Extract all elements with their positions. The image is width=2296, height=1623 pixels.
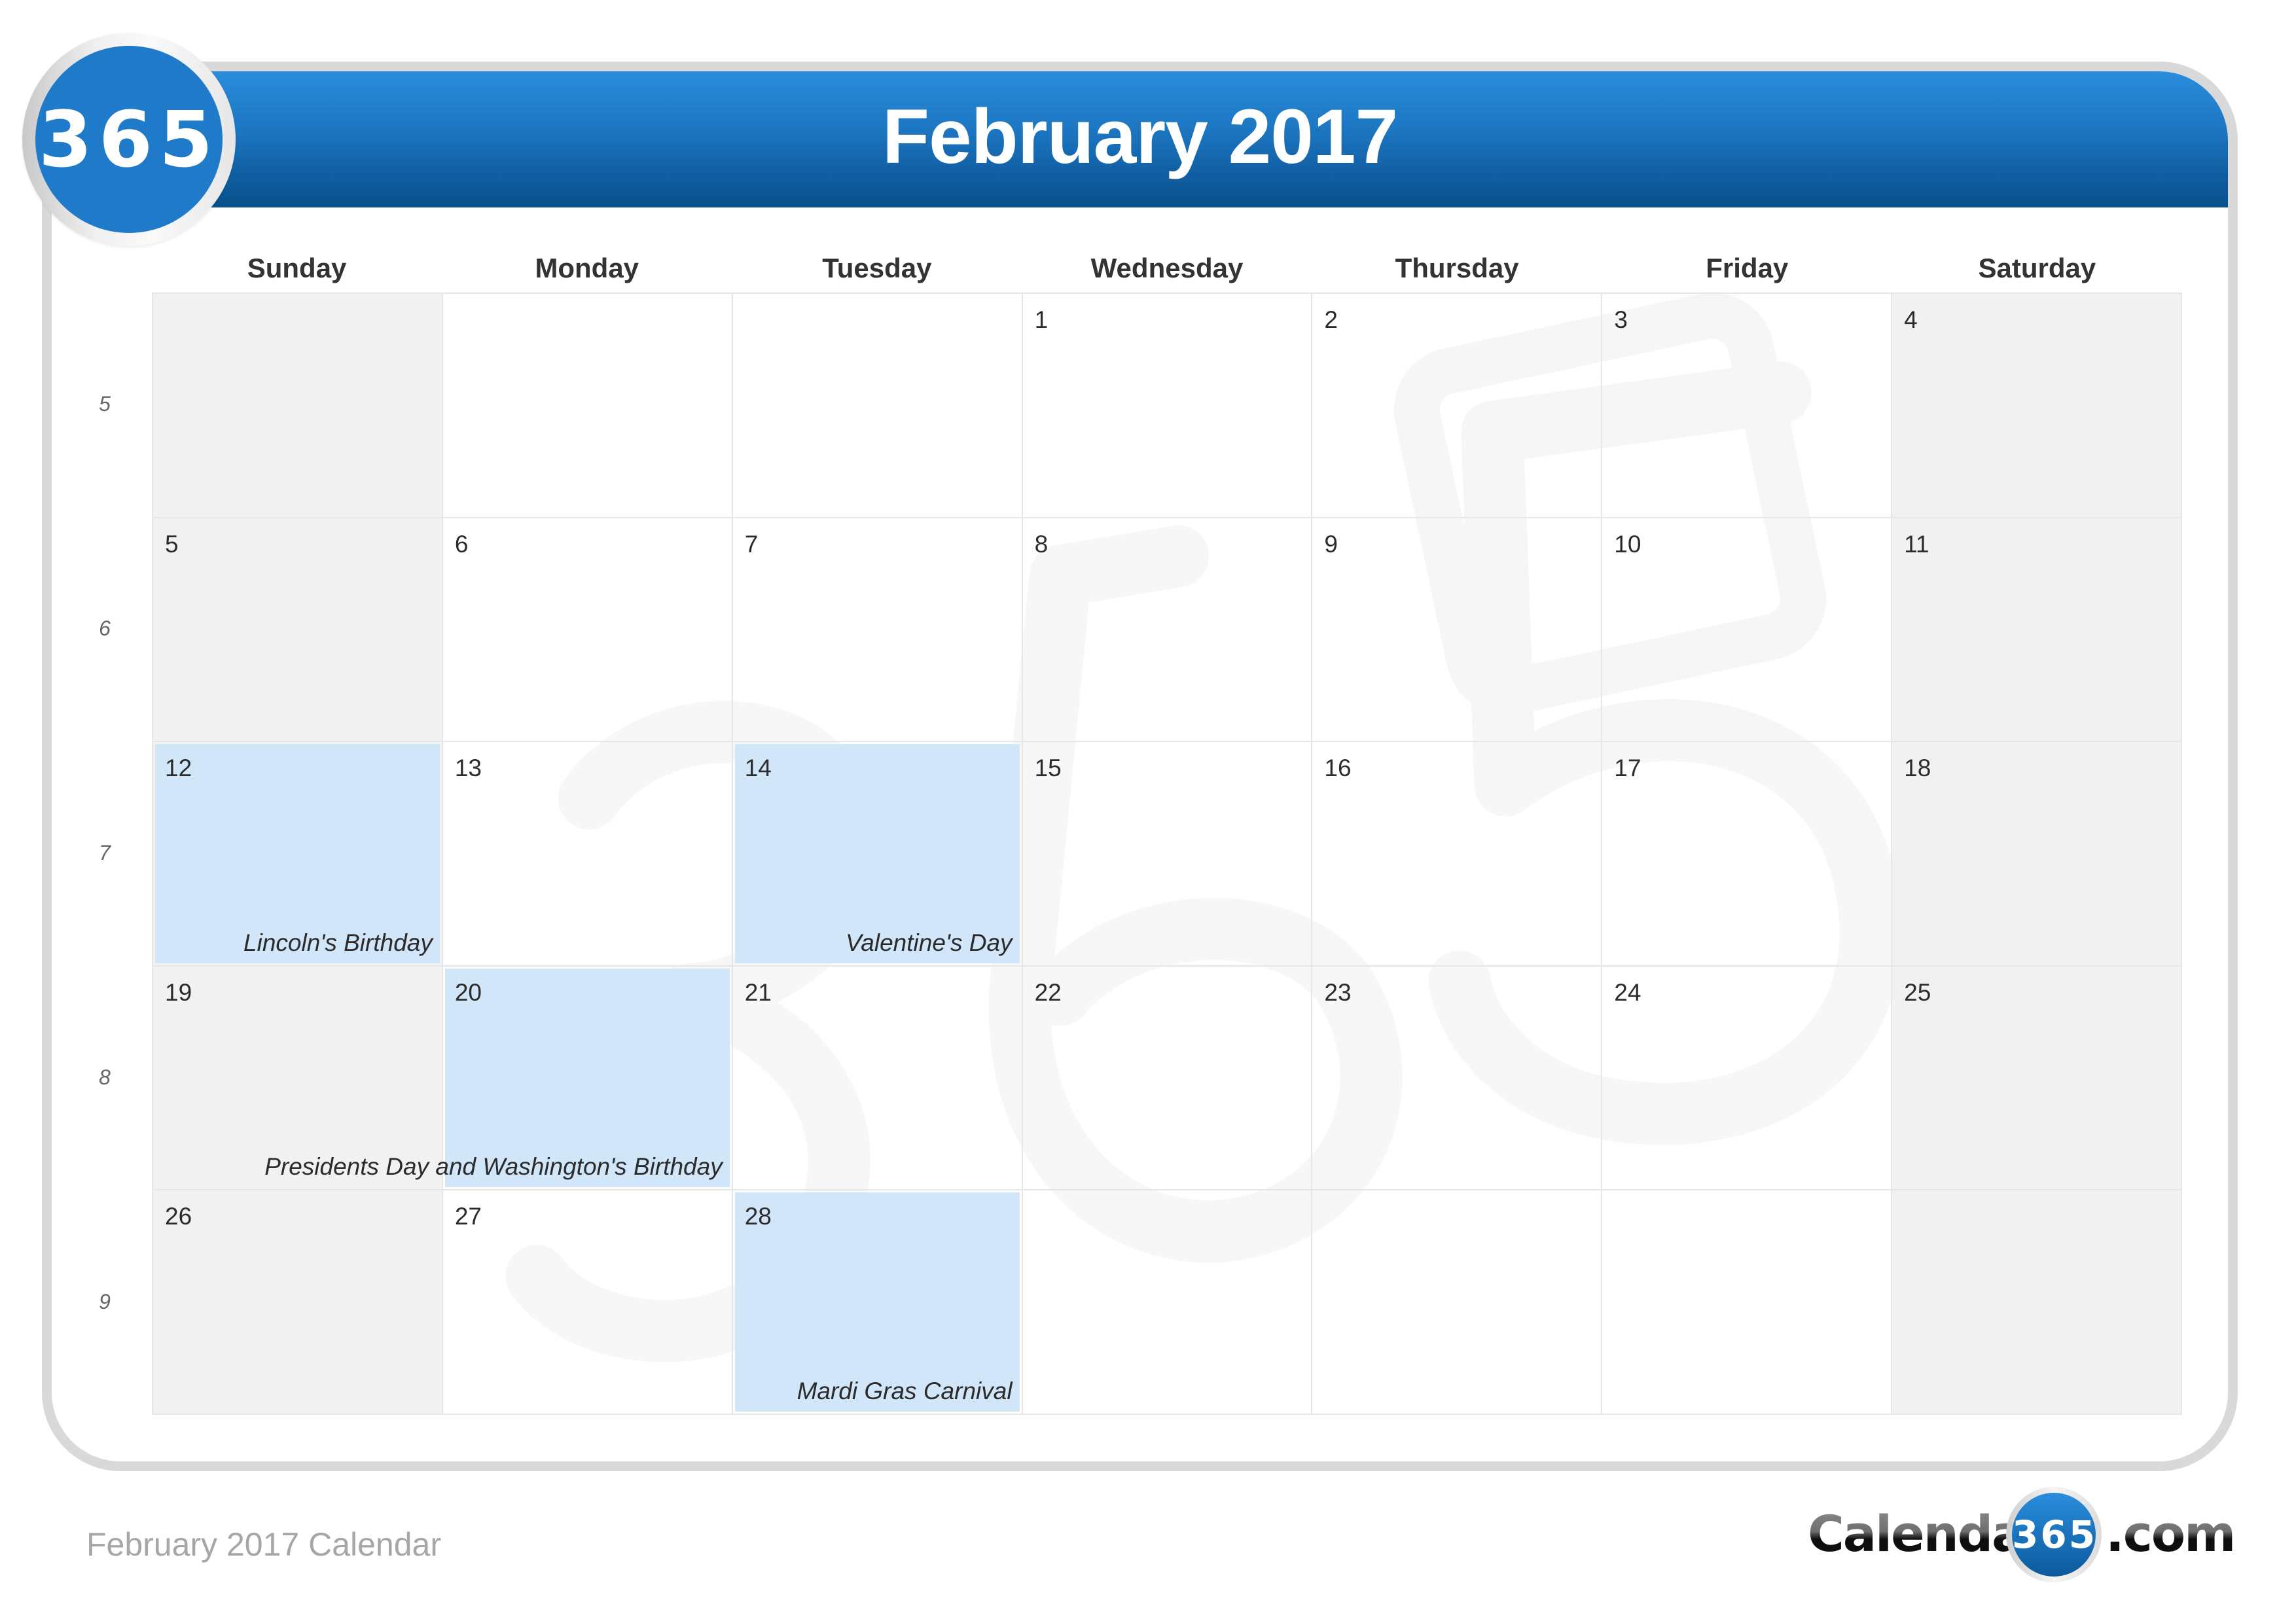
week-number-column: 5 6 7 8 9 — [79, 293, 131, 1415]
week-number: 8 — [99, 1065, 111, 1089]
logo-badge: 365 — [22, 33, 236, 246]
holiday-label: Mardi Gras Carnival — [797, 1378, 1013, 1404]
day-number: 24 — [1614, 978, 1641, 1006]
day-number: 18 — [1904, 755, 1931, 782]
day-number: 5 — [165, 530, 179, 558]
day-number: 3 — [1614, 306, 1628, 333]
day-cell-6[interactable]: 6 — [442, 518, 733, 743]
weekday-header-row: Sunday Monday Tuesday Wednesday Thursday Frid… — [152, 249, 2182, 288]
day-cell-13[interactable]: 13 — [442, 742, 733, 967]
brand-text-com: .com — [2106, 1505, 2236, 1563]
weekday-header-monday: Monday — [535, 253, 639, 283]
day-number: 16 — [1324, 755, 1352, 782]
empty-day-cell — [153, 294, 443, 518]
day-number: 14 — [744, 755, 772, 782]
footer-caption: February 2017 Calendar — [86, 1526, 441, 1563]
day-cell-23[interactable]: 23 — [1312, 966, 1603, 1191]
day-cell-14[interactable]: 14 Valentine's Day — [732, 742, 1023, 967]
day-cell-18[interactable]: 18 — [1892, 742, 2182, 967]
day-cell-10[interactable]: 10 — [1602, 518, 1893, 743]
weekday-header-tuesday: Tuesday — [822, 253, 932, 283]
brand-circle-icon: 365 — [2006, 1487, 2102, 1582]
weekday-header-thursday: Thursday — [1395, 253, 1519, 283]
day-number: 23 — [1324, 978, 1352, 1006]
day-number: 10 — [1614, 530, 1641, 558]
day-cell-9[interactable]: 9 — [1312, 518, 1603, 743]
day-number: 12 — [165, 755, 192, 782]
empty-day-cell — [732, 294, 1023, 518]
day-cell-25[interactable]: 25 — [1892, 966, 2182, 1191]
header-band: February 2017 — [52, 71, 2228, 207]
calendar-grid: 1 2 3 4 5 6 7 8 9 10 11 12 Lincoln's Birthday 13 14 Val… — [152, 293, 2182, 1415]
day-cell-7[interactable]: 7 — [732, 518, 1023, 743]
day-cell-26[interactable]: 26 — [153, 1190, 443, 1415]
brand-logo[interactable]: Calendar- 365 .com — [1808, 1487, 2236, 1582]
day-number: 20 — [454, 978, 482, 1006]
day-number: 19 — [165, 978, 192, 1006]
day-number: 4 — [1904, 306, 1918, 333]
week-number: 9 — [99, 1289, 111, 1313]
calendar-title: February 2017 — [882, 94, 1398, 180]
weekday-header-friday: Friday — [1706, 253, 1789, 283]
day-cell-17[interactable]: 17 — [1602, 742, 1893, 967]
holiday-label: Valentine's Day — [846, 929, 1013, 956]
day-cell-11[interactable]: 11 — [1892, 518, 2182, 743]
weekday-header-saturday: Saturday — [1978, 253, 2096, 283]
empty-day-cell — [1892, 1190, 2182, 1415]
day-cell-4[interactable]: 4 — [1892, 294, 2182, 518]
week-number: 6 — [99, 616, 111, 640]
day-number: 22 — [1034, 978, 1062, 1006]
day-cell-3[interactable]: 3 — [1602, 294, 1893, 518]
week-number: 5 — [99, 391, 111, 416]
day-number: 1 — [1034, 306, 1049, 333]
weekday-header-wednesday: Wednesday — [1090, 253, 1244, 283]
day-cell-5[interactable]: 5 — [153, 518, 443, 743]
empty-day-cell — [442, 294, 733, 518]
logo-365-icon: 365 — [35, 46, 223, 233]
day-cell-1[interactable]: 1 — [1022, 294, 1313, 518]
holiday-label: Presidents Day and Washington's Birthday — [264, 1153, 723, 1181]
day-number: 7 — [744, 530, 759, 558]
day-cell-22[interactable]: 22 — [1022, 966, 1313, 1191]
day-number: 21 — [744, 978, 772, 1006]
day-number: 9 — [1324, 530, 1338, 558]
weekday-header-sunday: Sunday — [247, 253, 347, 283]
day-cell-15[interactable]: 15 — [1022, 742, 1313, 967]
day-cell-24[interactable]: 24 — [1602, 966, 1893, 1191]
day-number: 25 — [1904, 978, 1931, 1006]
day-number: 27 — [454, 1203, 482, 1230]
day-cell-12[interactable]: 12 Lincoln's Birthday — [153, 742, 443, 967]
empty-day-cell — [1312, 1190, 1603, 1415]
day-number: 11 — [1904, 530, 1929, 558]
day-cell-16[interactable]: 16 — [1312, 742, 1603, 967]
day-cell-28[interactable]: 28 Mardi Gras Carnival — [732, 1190, 1023, 1415]
day-number: 28 — [744, 1203, 772, 1230]
empty-day-cell — [1602, 1190, 1893, 1415]
day-number: 6 — [454, 530, 469, 558]
week-number: 7 — [99, 840, 111, 865]
day-number: 13 — [454, 755, 482, 782]
day-number: 26 — [165, 1203, 192, 1230]
day-number: 8 — [1034, 530, 1049, 558]
day-cell-27[interactable]: 27 — [442, 1190, 733, 1415]
day-cell-8[interactable]: 8 — [1022, 518, 1313, 743]
day-number: 15 — [1034, 755, 1062, 782]
day-cell-20[interactable]: 20 Presidents Day and Washington's Birthd… — [264, 966, 733, 1191]
day-cell-21[interactable]: 21 — [732, 966, 1023, 1191]
holiday-label: Lincoln's Birthday — [243, 929, 433, 956]
day-number: 2 — [1324, 306, 1338, 333]
day-number: 17 — [1614, 755, 1641, 782]
brand-circle-text: 365 — [2012, 1493, 2096, 1577]
day-cell-2[interactable]: 2 — [1312, 294, 1603, 518]
empty-day-cell — [1022, 1190, 1313, 1415]
